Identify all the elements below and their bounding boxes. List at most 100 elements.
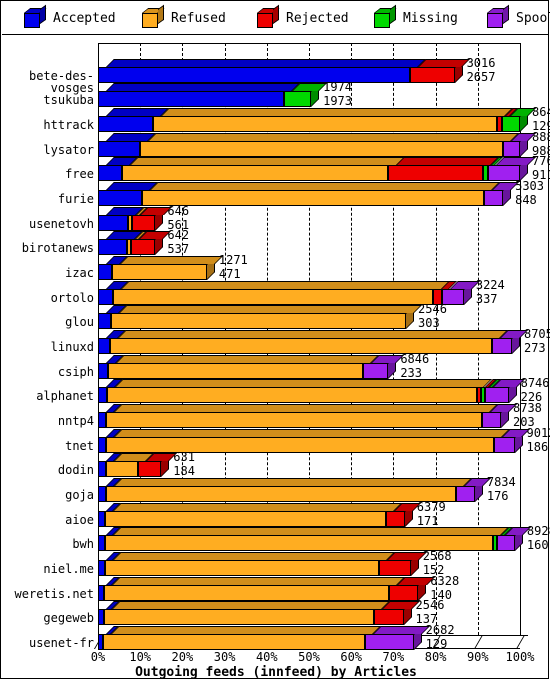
value-label-accepted: 233 [400, 366, 423, 380]
value-labels: 8738 203 [513, 402, 542, 428]
y-axis-label-birotanews: birotanews [21, 241, 94, 255]
bar-segment-top [495, 157, 536, 165]
bar-segment-spooled [484, 190, 504, 206]
x-axis-tick [473, 635, 483, 649]
bar-segment-accepted [98, 116, 153, 132]
y-axis-label-httrack: httrack [43, 118, 94, 132]
x-axis-tick-label: 90% [466, 650, 489, 664]
bar-segment-rejected [373, 609, 404, 625]
bar-segment-top [160, 108, 513, 116]
legend-item-rejected: Rejected [257, 4, 349, 28]
bar-segment-accepted [98, 609, 104, 625]
bar-segment-spooled [496, 535, 515, 551]
value-label-accepted: 186 [526, 440, 549, 454]
bar-segment-accepted [98, 190, 143, 206]
bar-segment-refused [105, 511, 386, 527]
legend-item-accepted: Accepted [24, 4, 116, 28]
y-axis-label-tsukuba: tsukuba [43, 93, 94, 107]
bar-segment-refused [105, 486, 456, 502]
bar-segment-refused [107, 387, 477, 403]
bar-segment-top [113, 503, 402, 511]
bar-segment-refused [121, 165, 389, 181]
bar-segment-accepted [98, 461, 107, 477]
bar-segment-top [118, 305, 423, 313]
value-label-accepted: 337 [475, 292, 498, 306]
value-label-total: 5303 [515, 179, 545, 193]
value-labels: 7834 176 [487, 476, 516, 502]
value-label-accepted: 1973 [323, 94, 353, 108]
bar-segment-top [129, 157, 405, 165]
bar-segment-top [396, 577, 435, 585]
value-labels: 3016 2657 [467, 57, 496, 83]
bar-segment-rejected [138, 461, 162, 477]
x-axis-tick-label: 10% [129, 650, 152, 664]
y-axis-label-lysator: lysator [43, 143, 94, 157]
y-axis-label-alphanet: alphanet [36, 389, 94, 403]
bar-segment-top [291, 83, 328, 91]
bar-segment-top [114, 429, 511, 437]
y-axis-label-goja: goja [65, 488, 94, 502]
y-axis-label-csiph: csiph [57, 365, 94, 379]
x-axis-tick-label: 60% [340, 650, 363, 664]
y-axis-label-dodin: dodin [57, 463, 94, 477]
bar-segment-top [113, 478, 472, 486]
bar-segment-spooled [484, 387, 509, 403]
bar-segment-refused [106, 461, 139, 477]
bar-segment-accepted [98, 264, 112, 280]
bar-segment-accepted [98, 215, 128, 231]
bar-segment-rejected [410, 67, 455, 83]
value-label-accepted: 184 [173, 464, 195, 478]
y-axis-label-glou: glou [65, 315, 94, 329]
bar-segment-spooled [502, 141, 520, 157]
value-label-accepted: 537 [167, 242, 190, 256]
bar-segment-spooled [494, 437, 515, 453]
bar-segment-missing [501, 116, 520, 132]
value-labels: 8746 226 [521, 377, 550, 403]
x-axis-tick-label: 70% [382, 650, 405, 664]
bar-segment-refused [110, 313, 407, 329]
y-axis-label-tnet: tnet [65, 439, 94, 453]
bar-segment-rejected [130, 239, 156, 255]
legend-item-spooled: Spooled [487, 4, 550, 28]
bar-segment-rejected [379, 560, 411, 576]
value-label-accepted: 303 [418, 316, 440, 330]
bar-segment-accepted [98, 437, 107, 453]
value-labels: 1974 1973 [323, 81, 352, 107]
value-label-accepted: 273 [523, 341, 546, 355]
y-axis-label-usenet-fr: usenet-fr [28, 636, 94, 650]
x-axis-tick-label: 30% [213, 650, 236, 664]
bar-segment-spooled [482, 412, 501, 428]
bar-segment-accepted [98, 67, 411, 83]
bar-segment-refused [104, 535, 493, 551]
legend-label: Rejected [286, 10, 349, 26]
bar-segment-rejected [131, 215, 156, 231]
x-axis-tick-label: 0% [90, 650, 106, 664]
bar-segment-accepted [98, 338, 110, 354]
cube-icon [142, 4, 165, 28]
x-axis-tick-label: 100% [505, 650, 535, 664]
bar-segment-missing [492, 535, 497, 551]
value-label-accepted: 176 [486, 489, 509, 503]
y-axis-label-gegeweb: gegeweb [43, 611, 94, 625]
legend-label: Refused [171, 10, 226, 26]
x-axis-tick-label: 50% [298, 650, 320, 664]
bar-segment-accepted [98, 486, 106, 502]
bar-segment-refused [107, 363, 363, 379]
y-axis-label-niel.me: niel.me [43, 562, 94, 576]
bar-segment-refused [127, 215, 132, 231]
bar-segment-top [147, 133, 519, 141]
plot-area: bete-des-vosges 3016 2657 tsukuba 1974 1973 ht… [15, 43, 550, 650]
bar-segment-top [120, 281, 450, 289]
y-axis-label-linuxd: linuxd [50, 340, 94, 354]
cube-icon [257, 4, 280, 28]
bar-segment-top [418, 59, 471, 67]
value-labels: 8705 273 [524, 328, 550, 354]
bar-segment-spooled [455, 486, 475, 502]
legend-item-refused: Refused [142, 4, 226, 28]
value-labels: 86411297 [532, 106, 550, 132]
bar-segment-refused [142, 190, 485, 206]
bar-segment-accepted [98, 412, 107, 428]
value-label-total: 6846 [400, 352, 430, 366]
bar-segment-top [115, 379, 493, 387]
y-axis-label-aioe: aioe [65, 513, 94, 527]
